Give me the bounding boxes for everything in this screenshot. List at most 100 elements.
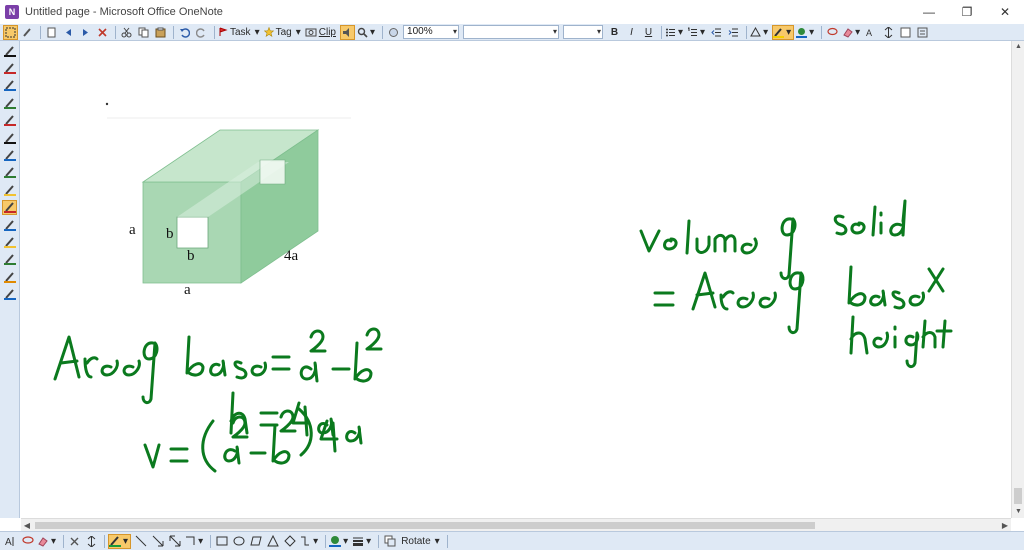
line-thickness-button[interactable]: ▾ xyxy=(352,534,373,549)
axis-tool-button[interactable]: ▾ xyxy=(184,534,205,549)
pen-swatch-button[interactable] xyxy=(2,269,17,284)
list-view-button[interactable] xyxy=(915,25,930,40)
zoom-value: 100% xyxy=(407,26,433,37)
pen-swatch-button[interactable] xyxy=(2,113,17,128)
double-arrow-tool-button[interactable] xyxy=(167,534,182,549)
new-page-button[interactable] xyxy=(44,25,59,40)
vertical-scrollbar[interactable]: ▲ ▼ xyxy=(1011,41,1024,518)
pen-swatch-button[interactable] xyxy=(2,43,17,58)
pen-swatch-button[interactable] xyxy=(2,95,17,110)
audio-video-button[interactable] xyxy=(339,24,355,40)
tag-label: Tag xyxy=(275,26,292,38)
more-shapes-button[interactable]: ▾ xyxy=(299,534,320,549)
ink-rparen xyxy=(297,407,313,457)
copy-button[interactable] xyxy=(136,25,151,40)
minimize-button[interactable]: — xyxy=(910,0,948,24)
restore-button[interactable]: ❐ xyxy=(948,0,986,24)
font-size-select[interactable]: ▾ xyxy=(563,25,604,39)
text-mode-button[interactable]: A xyxy=(3,534,18,549)
toolbar-separator xyxy=(115,25,116,39)
parallelogram-icon xyxy=(249,536,262,546)
pen-swatch-button[interactable] xyxy=(2,147,17,162)
horizontal-scroll-thumb[interactable] xyxy=(35,522,815,529)
pen-swatch-button[interactable] xyxy=(2,130,17,145)
color-palette-icon xyxy=(329,536,342,547)
styles-button[interactable]: ▾ xyxy=(750,25,770,40)
bold-button[interactable]: B xyxy=(607,25,622,40)
lasso-button[interactable] xyxy=(825,25,840,40)
label-4a: 4a xyxy=(284,248,299,264)
pen-swatch-button[interactable] xyxy=(2,234,17,249)
close-button[interactable]: ✕ xyxy=(986,0,1024,24)
delete-ink-button[interactable] xyxy=(67,534,82,549)
highlighter-button[interactable]: ▾ xyxy=(772,24,795,40)
ink-equals4 xyxy=(653,291,675,307)
font-select[interactable]: ▾ xyxy=(463,25,560,39)
pen-tool-button[interactable] xyxy=(20,25,35,40)
tag-button[interactable]: Tag ▾ xyxy=(263,25,303,40)
insert-space-draw-button[interactable] xyxy=(84,534,99,549)
diamond-tool-button[interactable] xyxy=(282,534,297,549)
select-tool-button[interactable] xyxy=(3,24,18,40)
decrease-indent-button[interactable] xyxy=(709,25,724,40)
paste-button[interactable] xyxy=(153,25,168,40)
rectangle-icon xyxy=(216,536,228,546)
ink-lparen xyxy=(201,419,217,473)
horizontal-scrollbar[interactable]: ◀ ▶ xyxy=(21,518,1011,531)
italic-button[interactable]: I xyxy=(624,25,639,40)
eraser-tool-button[interactable]: ▾ xyxy=(37,534,58,549)
pen-swatch-button[interactable] xyxy=(2,60,17,75)
ink-s3 xyxy=(891,290,906,310)
insert-space-vertical-button[interactable] xyxy=(881,25,896,40)
page-canvas[interactable]: a b b 4a a xyxy=(21,41,1011,518)
task-button[interactable]: Task ▾ xyxy=(218,25,262,40)
zoom-select[interactable]: 100% ▾ xyxy=(403,25,460,39)
pen-swatch-button[interactable] xyxy=(2,199,17,215)
forward-button[interactable] xyxy=(78,25,93,40)
ink-r2 xyxy=(719,290,735,311)
drawing-toolbar: A ▾ ▾ ▾ ▾ ▾ ▾ Rotate ▾ xyxy=(0,531,1024,550)
chevron-down-icon: ▾ xyxy=(434,535,440,547)
back-button[interactable] xyxy=(61,25,76,40)
numbering-button[interactable]: ▾ xyxy=(687,25,707,40)
ink-color-button[interactable]: ▾ xyxy=(329,534,350,549)
delete-button[interactable] xyxy=(95,25,110,40)
page-view-button[interactable] xyxy=(898,25,913,40)
pen-swatch-button[interactable] xyxy=(2,217,17,232)
vertical-scroll-thumb[interactable] xyxy=(1014,488,1022,504)
arrow-tool-button[interactable] xyxy=(150,534,165,549)
arrange-button[interactable] xyxy=(382,534,397,549)
underline-button[interactable]: U xyxy=(641,25,656,40)
redo-button[interactable] xyxy=(194,25,209,40)
pen-icon xyxy=(3,219,16,231)
rectangle-tool-button[interactable] xyxy=(214,534,229,549)
pen-swatch-button[interactable] xyxy=(2,252,17,267)
rotate-button[interactable]: Rotate ▾ xyxy=(399,534,442,549)
page-view-icon xyxy=(900,27,911,37)
active-pen-button[interactable]: ▾ xyxy=(108,533,132,549)
ink-equals1 xyxy=(271,355,291,371)
cut-button[interactable] xyxy=(119,25,134,40)
chevron-down-icon: ▾ xyxy=(453,27,458,36)
scroll-down-icon[interactable]: ▼ xyxy=(1012,506,1024,518)
research-button[interactable]: ▾ xyxy=(357,25,377,40)
pen-swatch-button[interactable] xyxy=(2,182,17,197)
pen-swatch-button[interactable] xyxy=(2,78,17,93)
pen-swatch-button[interactable] xyxy=(2,165,17,180)
ellipse-tool-button[interactable] xyxy=(231,534,246,549)
ink-e5 xyxy=(908,291,925,307)
eraser-button[interactable]: ▾ xyxy=(842,25,862,40)
line-tool-button[interactable] xyxy=(133,534,148,549)
lasso-select-button[interactable] xyxy=(20,534,35,549)
clip-button[interactable]: Clip xyxy=(305,25,338,40)
bullets-button[interactable]: ▾ xyxy=(665,25,685,40)
insert-space-button[interactable]: A xyxy=(864,25,879,40)
font-color-button[interactable]: ▾ xyxy=(796,25,816,40)
undo-button[interactable] xyxy=(177,25,192,40)
scroll-up-icon[interactable]: ▲ xyxy=(1012,41,1024,53)
parallelogram-tool-button[interactable] xyxy=(248,534,263,549)
pen-swatch-button[interactable] xyxy=(2,287,17,302)
triangle-tool-button[interactable] xyxy=(265,534,280,549)
increase-indent-button[interactable] xyxy=(726,25,741,40)
zoom-icon-button[interactable] xyxy=(386,25,401,40)
